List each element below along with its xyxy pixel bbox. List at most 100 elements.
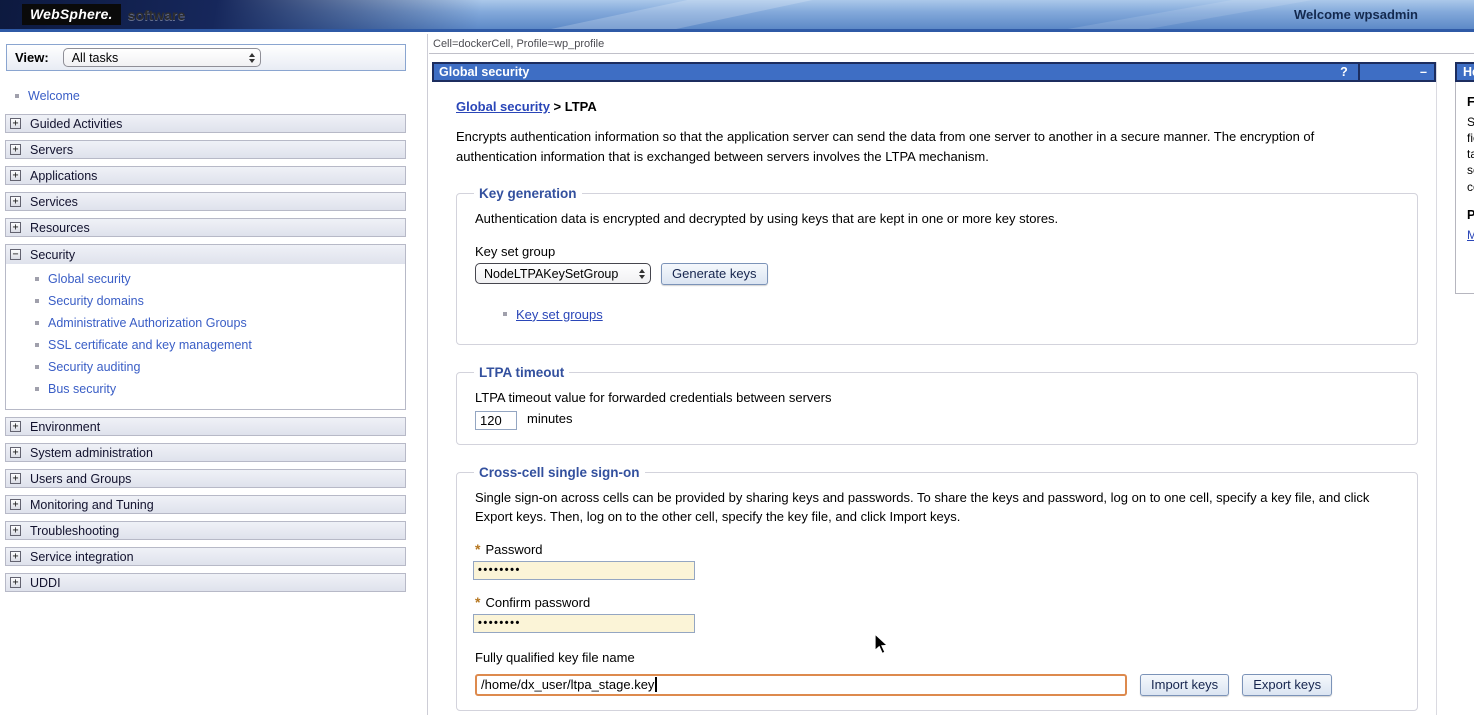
panel-title: Global security xyxy=(434,64,1330,80)
websphere-logo: WebSphere. software xyxy=(22,4,185,25)
welcome-link[interactable]: Welcome xyxy=(28,89,80,103)
sidebar-item-guided-activities[interactable]: + Guided Activities xyxy=(5,114,406,133)
sidebar-item-global-security[interactable]: Global security xyxy=(6,271,405,293)
sidebar-category-servers: + Servers xyxy=(5,140,406,159)
sidebar-item-applications[interactable]: + Applications xyxy=(5,166,406,185)
sidebar-category-resources: + Resources xyxy=(5,218,406,237)
page-description: Encrypts authentication information so t… xyxy=(456,127,1391,166)
expand-icon[interactable]: + xyxy=(10,473,21,484)
sub-link[interactable]: Bus security xyxy=(48,382,116,396)
expand-icon[interactable]: + xyxy=(10,499,21,510)
expand-icon[interactable]: + xyxy=(10,170,21,181)
key-set-groups-row: Key set groups xyxy=(503,307,1401,322)
category-label: Service integration xyxy=(30,550,134,564)
sub-link[interactable]: SSL certificate and key management xyxy=(48,338,252,352)
cross-cell-sso-description: Single sign-on across cells can be provi… xyxy=(475,489,1380,527)
required-marker: * xyxy=(475,541,480,557)
import-keys-button[interactable]: Import keys xyxy=(1140,674,1229,696)
expand-icon[interactable]: + xyxy=(10,525,21,536)
key-file-name-label: Fully qualified key file name xyxy=(475,650,1401,665)
expand-icon[interactable]: + xyxy=(10,222,21,233)
bullet-icon xyxy=(35,277,39,281)
sidebar-item-users-and-groups[interactable]: + Users and Groups xyxy=(5,469,406,488)
expand-icon[interactable]: + xyxy=(10,447,21,458)
breadcrumb: Global security > LTPA xyxy=(456,99,1436,114)
password-field[interactable]: •••••••• xyxy=(473,561,695,580)
sidebar-category-guided-activities: + Guided Activities xyxy=(5,114,406,133)
ltpa-timeout-section: LTPA timeout LTPA timeout value for forw… xyxy=(456,365,1418,445)
text-caret xyxy=(655,677,657,692)
more-information-link[interactable]: More information about this page xyxy=(1467,227,1474,243)
main-content-area: Cell=dockerCell, Profile=wp_profile Glob… xyxy=(429,34,1474,715)
key-set-groups-link[interactable]: Key set groups xyxy=(516,307,603,322)
sub-link[interactable]: Security domains xyxy=(48,294,144,308)
sub-link[interactable]: Global security xyxy=(48,272,131,286)
bullet-icon xyxy=(35,365,39,369)
navigation-tree: Welcome + Guided Activities + Servers + … xyxy=(0,86,427,592)
sidebar-item-troubleshooting[interactable]: + Troubleshooting xyxy=(5,521,406,540)
export-keys-button[interactable]: Export keys xyxy=(1242,674,1332,696)
sidebar-item-welcome[interactable]: Welcome xyxy=(0,86,427,114)
sidebar-item-system-administration[interactable]: + System administration xyxy=(5,443,406,462)
category-label: Troubleshooting xyxy=(30,524,119,538)
sidebar-item-environment[interactable]: + Environment xyxy=(5,417,406,436)
ltpa-timeout-input[interactable]: 120 xyxy=(475,411,517,430)
navigation-sidebar: View: All tasks Welcome + Guided Activit… xyxy=(0,34,428,715)
key-generation-section: Key generation Authentication data is en… xyxy=(456,186,1418,345)
bullet-icon xyxy=(35,387,39,391)
sidebar-item-security-auditing[interactable]: Security auditing xyxy=(6,359,405,381)
generate-keys-button[interactable]: Generate keys xyxy=(661,263,768,285)
expand-icon[interactable]: + xyxy=(10,577,21,588)
field-help-text: Select a field label or list marker for … xyxy=(1467,114,1474,195)
key-set-group-select[interactable]: NodeLTPAKeySetGroup xyxy=(475,263,651,284)
collapse-icon[interactable]: − xyxy=(10,249,21,260)
banner-divider xyxy=(0,29,1474,32)
sidebar-item-uddi[interactable]: + UDDI xyxy=(5,573,406,592)
help-panel: Help Field help Select a field label or … xyxy=(1455,62,1474,294)
sidebar-category-users-and-groups: + Users and Groups xyxy=(5,469,406,488)
sidebar-category-service-integration: + Service integration xyxy=(5,547,406,566)
cross-cell-sso-section: Cross-cell single sign-on Single sign-on… xyxy=(456,465,1418,711)
key-set-group-label: Key set group xyxy=(475,244,1401,259)
help-panel-title: Help xyxy=(1455,62,1474,82)
ltpa-timeout-label: LTPA timeout value for forwarded credent… xyxy=(475,390,1401,405)
expand-icon[interactable]: + xyxy=(10,118,21,129)
category-label: Users and Groups xyxy=(30,472,131,486)
breadcrumb-separator: > xyxy=(554,99,562,114)
sidebar-item-monitoring-and-tuning[interactable]: + Monitoring and Tuning xyxy=(5,495,406,514)
select-stepper-icon xyxy=(249,53,255,63)
global-security-panel: Global security ? – Global security > LT… xyxy=(432,62,1437,715)
websphere-logo-text: WebSphere. xyxy=(22,4,121,25)
sidebar-item-admin-authorization-groups[interactable]: Administrative Authorization Groups xyxy=(6,315,405,337)
expand-icon[interactable]: + xyxy=(10,421,21,432)
category-label: Resources xyxy=(30,221,90,235)
sidebar-category-environment: + Environment xyxy=(5,417,406,436)
minutes-unit-label: minutes xyxy=(527,411,573,426)
sidebar-item-security-domains[interactable]: Security domains xyxy=(6,293,405,315)
sidebar-category-security-expanded: − Security Global security Security doma… xyxy=(5,244,406,410)
sub-link[interactable]: Administrative Authorization Groups xyxy=(48,316,247,330)
view-select[interactable]: All tasks xyxy=(63,48,261,67)
minimize-button[interactable]: – xyxy=(1360,64,1434,80)
expand-icon[interactable]: + xyxy=(10,144,21,155)
sidebar-item-servers[interactable]: + Servers xyxy=(5,140,406,159)
sidebar-item-resources[interactable]: + Resources xyxy=(5,218,406,237)
bullet-icon xyxy=(15,94,19,98)
expand-icon[interactable]: + xyxy=(10,551,21,562)
sub-link[interactable]: Security auditing xyxy=(48,360,140,374)
bullet-icon xyxy=(35,321,39,325)
sidebar-item-security[interactable]: − Security xyxy=(6,245,405,264)
confirm-password-field[interactable]: •••••••• xyxy=(473,614,695,633)
sidebar-item-services[interactable]: + Services xyxy=(5,192,406,211)
help-button[interactable]: ? xyxy=(1330,64,1358,80)
expand-icon[interactable]: + xyxy=(10,196,21,207)
category-label: Guided Activities xyxy=(30,117,122,131)
sidebar-item-service-integration[interactable]: + Service integration xyxy=(5,547,406,566)
field-help-heading: Field help xyxy=(1467,94,1474,111)
cross-cell-sso-heading: Cross-cell single sign-on xyxy=(474,465,645,480)
sidebar-item-bus-security[interactable]: Bus security xyxy=(6,381,405,403)
key-file-input[interactable]: /home/dx_user/ltpa_stage.key xyxy=(475,674,1127,696)
breadcrumb-global-security-link[interactable]: Global security xyxy=(456,99,550,114)
password-label: * Password xyxy=(475,542,1401,558)
sidebar-item-ssl-certificate[interactable]: SSL certificate and key management xyxy=(6,337,405,359)
